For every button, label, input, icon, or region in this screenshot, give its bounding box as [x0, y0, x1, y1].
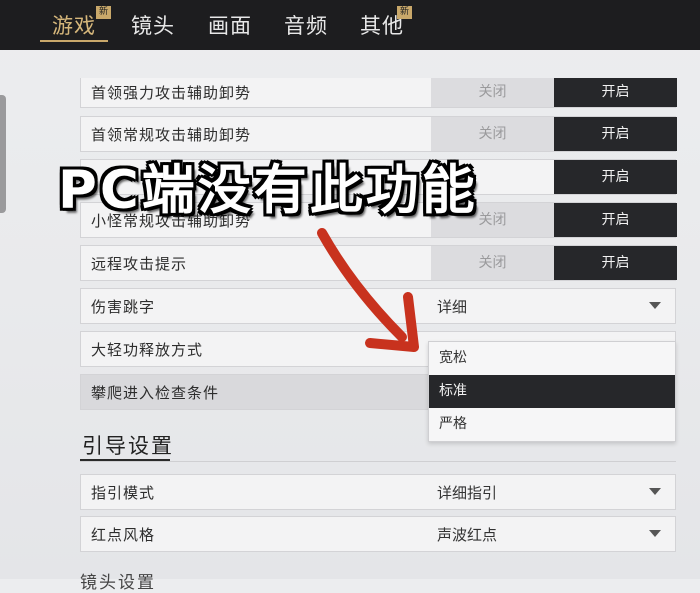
next-section-title-partial: 镜头设置: [80, 573, 156, 593]
setting-label: 伤害跳字: [91, 298, 156, 316]
select-value: 详细: [437, 298, 468, 316]
setting-label: 首领常规攻击辅助卸势: [91, 126, 252, 144]
select-value: 声波红点: [437, 526, 498, 544]
red-arrow-annotation: [317, 228, 419, 352]
setting-label: 首领强力攻击辅助卸势: [91, 84, 252, 102]
red-dot-style-select[interactable]: 声波红点: [431, 517, 677, 551]
setting-label: 攀爬进入检查条件: [91, 384, 220, 402]
dropdown-option-standard[interactable]: 标准: [429, 375, 675, 408]
setting-row-boss-heavy-parry: 首领强力攻击辅助卸势 关闭 开启: [80, 78, 677, 108]
section-divider: [80, 461, 676, 462]
toggle-on-option[interactable]: 开启: [554, 203, 677, 237]
damage-numbers-select[interactable]: 详细: [431, 289, 677, 323]
setting-label: 红点风格: [91, 526, 156, 544]
tab-game[interactable]: 游戏: [52, 10, 96, 40]
toggle-off-option[interactable]: 关闭: [431, 117, 554, 151]
toggle-off-option[interactable]: 关闭: [431, 246, 554, 280]
toggle-on-option[interactable]: 开启: [554, 117, 677, 151]
scrollbar-handle[interactable]: [0, 95, 6, 213]
chevron-down-icon: [649, 302, 661, 309]
toggle-on-option[interactable]: 开启: [554, 246, 677, 280]
tab-camera[interactable]: 镜头: [131, 10, 175, 40]
dropdown-option-lenient[interactable]: 宽松: [429, 342, 675, 375]
overlay-caption: PC端没有此功能: [58, 160, 478, 221]
select-value: 详细指引: [437, 484, 498, 502]
setting-row-boss-normal-parry: 首领常规攻击辅助卸势 关闭 开启: [80, 116, 677, 152]
active-tab-underline: [40, 40, 108, 42]
setting-row-red-dot-style: 红点风格 声波红点: [80, 516, 676, 552]
guide-mode-select[interactable]: 详细指引: [431, 475, 677, 509]
setting-label: 大轻功释放方式: [91, 341, 204, 359]
new-badge: 新: [96, 6, 111, 19]
chevron-down-icon: [649, 530, 661, 537]
dropdown-option-strict[interactable]: 严格: [429, 408, 675, 441]
toggle-off-option[interactable]: 关闭: [431, 78, 554, 107]
setting-label: 远程攻击提示: [91, 255, 188, 273]
new-badge: 新: [397, 6, 412, 19]
climb-check-dropdown-menu: 宽松 标准 严格: [428, 341, 676, 442]
toggle-on-option[interactable]: 开启: [554, 160, 677, 194]
tab-graphics[interactable]: 画面: [208, 10, 252, 40]
setting-label: 指引模式: [91, 484, 156, 502]
tab-audio[interactable]: 音频: [284, 10, 328, 40]
chevron-down-icon: [649, 488, 661, 495]
setting-row-guide-mode: 指引模式 详细指引: [80, 474, 676, 510]
section-title-underline: [80, 459, 170, 461]
top-tab-bar: 游戏 新 镜头 画面 音频 其他 新: [0, 0, 700, 50]
toggle-on-option[interactable]: 开启: [554, 78, 677, 107]
section-title-guide: 引导设置: [82, 434, 174, 458]
